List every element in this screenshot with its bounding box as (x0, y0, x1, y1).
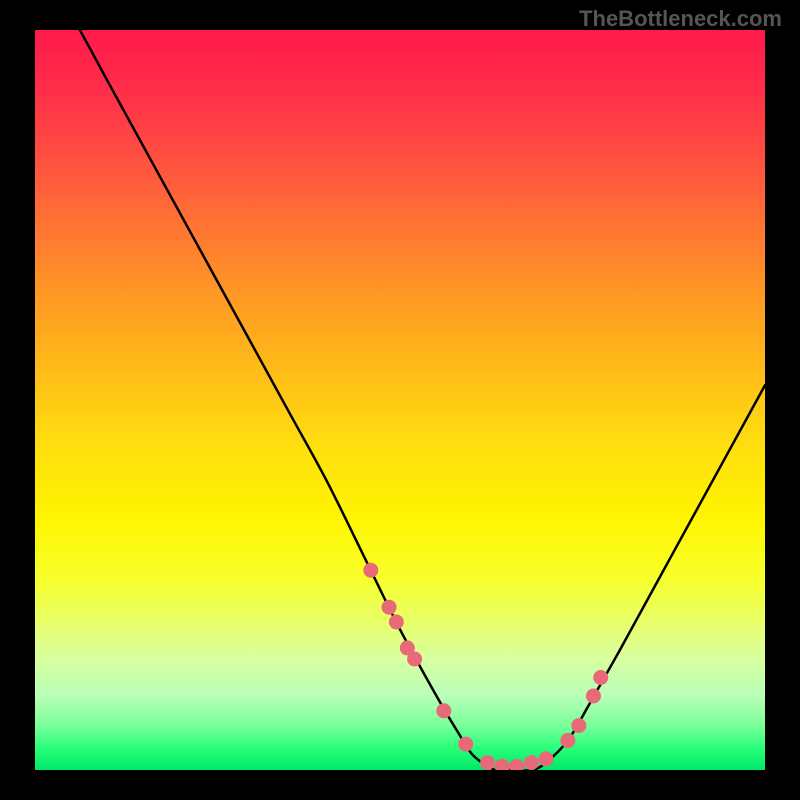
marker-dot (480, 755, 495, 770)
marker-dots (363, 563, 608, 770)
marker-dot (586, 689, 601, 704)
marker-dot (509, 759, 524, 770)
marker-dot (560, 733, 575, 748)
marker-dot (495, 759, 510, 770)
marker-dot (571, 718, 586, 733)
marker-dot (389, 615, 404, 630)
marker-dot (539, 751, 554, 766)
watermark-text: TheBottleneck.com (579, 6, 782, 32)
marker-dot (524, 755, 539, 770)
marker-dot (363, 563, 378, 578)
chart-svg (35, 30, 765, 770)
marker-dot (593, 670, 608, 685)
marker-dot (458, 737, 473, 752)
marker-dot (382, 600, 397, 615)
bottleneck-curve (35, 30, 765, 770)
marker-dot (436, 703, 451, 718)
marker-dot (407, 652, 422, 667)
plot-area (35, 30, 765, 770)
